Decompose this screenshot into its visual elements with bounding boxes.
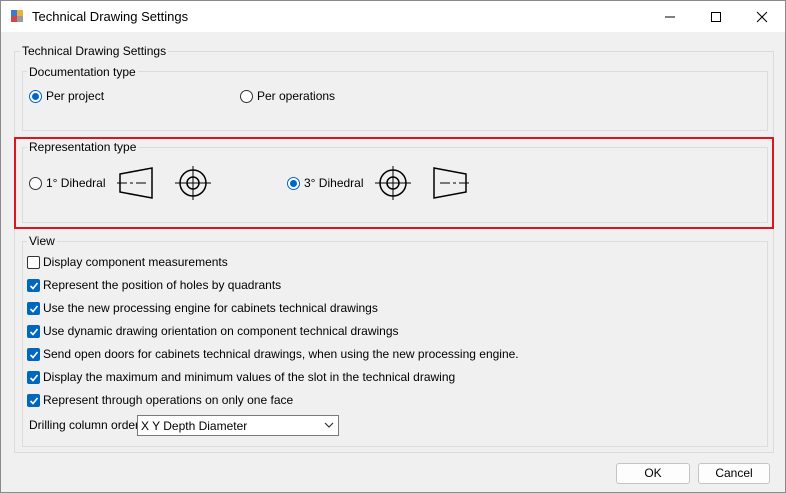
maximize-button[interactable] bbox=[693, 1, 739, 32]
window-title: Technical Drawing Settings bbox=[32, 9, 189, 24]
per-operations-label: Per operations bbox=[257, 89, 336, 103]
checkbox-new-processing-engine[interactable] bbox=[27, 302, 40, 315]
check-icon bbox=[29, 282, 39, 290]
check-icon bbox=[29, 351, 39, 359]
documentation-type-group bbox=[22, 71, 768, 131]
app-icon bbox=[10, 9, 24, 23]
radio-per-project[interactable] bbox=[29, 90, 42, 103]
maximize-icon bbox=[711, 12, 721, 22]
view-group-label: View bbox=[27, 234, 57, 248]
dynamic-orientation-label: Use dynamic drawing orientation on compo… bbox=[43, 324, 399, 338]
main-group-label: Technical Drawing Settings bbox=[20, 44, 169, 58]
check-icon bbox=[29, 305, 39, 313]
checkbox-slot-min-max[interactable] bbox=[27, 371, 40, 384]
display-component-measurements-label: Display component measurements bbox=[43, 255, 228, 269]
checkbox-send-open-doors[interactable] bbox=[27, 348, 40, 361]
checkbox-holes-by-quadrants[interactable] bbox=[27, 279, 40, 292]
check-icon bbox=[29, 328, 39, 336]
documentation-type-label: Documentation type bbox=[27, 65, 138, 79]
drilling-column-order-label: Drilling column order bbox=[29, 418, 140, 432]
new-processing-engine-label: Use the new processing engine for cabine… bbox=[43, 301, 378, 315]
checkbox-through-operations-one-face[interactable] bbox=[27, 394, 40, 407]
settings-window: Technical Drawing Settings Technical Dra… bbox=[0, 0, 786, 493]
per-project-label: Per project bbox=[46, 89, 105, 103]
title-bar: Technical Drawing Settings bbox=[1, 1, 785, 32]
drilling-column-order-value: X Y Depth Diameter bbox=[141, 419, 248, 433]
minimize-icon bbox=[665, 16, 675, 18]
minimize-button[interactable] bbox=[647, 1, 693, 32]
slot-min-max-label: Display the maximum and minimum values o… bbox=[43, 370, 456, 384]
check-icon bbox=[29, 397, 39, 405]
cancel-button[interactable]: Cancel bbox=[698, 463, 770, 484]
radio-per-operations[interactable] bbox=[240, 90, 253, 103]
close-button[interactable] bbox=[739, 1, 785, 32]
close-icon bbox=[756, 11, 768, 23]
view-group bbox=[22, 241, 768, 447]
through-operations-one-face-label: Represent through operations on only one… bbox=[43, 393, 294, 407]
drilling-column-order-select[interactable]: X Y Depth Diameter bbox=[137, 415, 339, 436]
check-icon bbox=[29, 374, 39, 382]
representation-highlight-box bbox=[14, 137, 774, 229]
chevron-down-icon bbox=[324, 422, 334, 428]
send-open-doors-label: Send open doors for cabinets technical d… bbox=[43, 347, 519, 361]
checkbox-dynamic-orientation[interactable] bbox=[27, 325, 40, 338]
ok-button[interactable]: OK bbox=[616, 463, 690, 484]
checkbox-display-component-measurements[interactable] bbox=[27, 256, 40, 269]
holes-by-quadrants-label: Represent the position of holes by quadr… bbox=[43, 278, 282, 292]
